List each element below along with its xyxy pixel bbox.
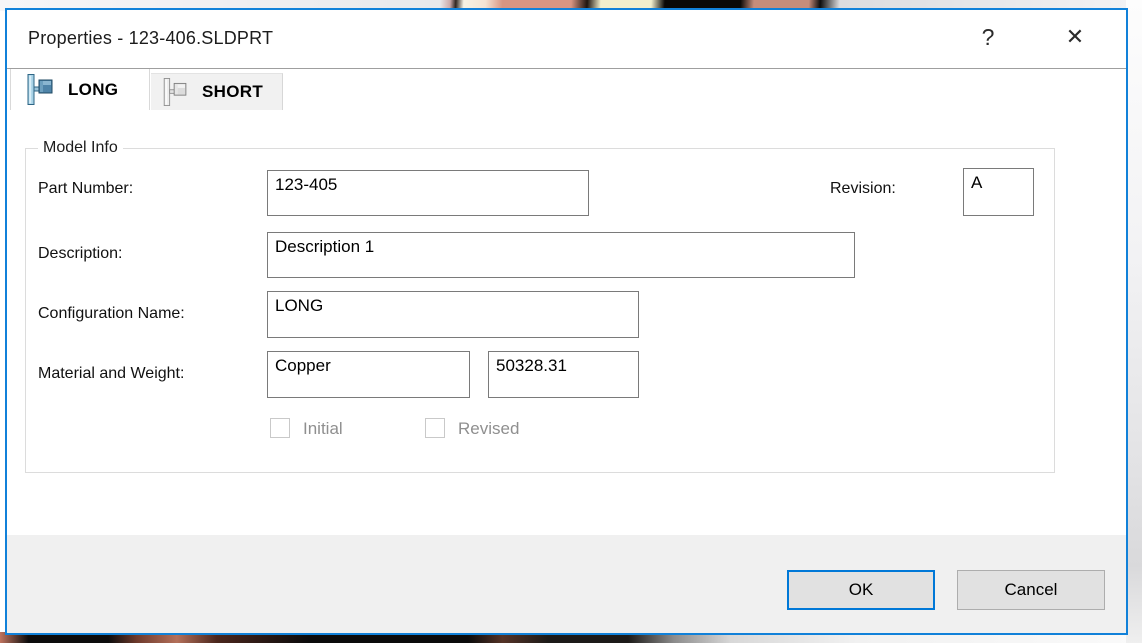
tab-long-label: LONG (68, 79, 119, 99)
description-field[interactable]: Description 1 (267, 232, 855, 278)
part-number-label: Part Number: (38, 180, 134, 197)
description-label: Description: (38, 245, 123, 262)
revised-checkbox[interactable] (425, 418, 445, 438)
revision-label: Revision: (830, 180, 896, 197)
configuration-flag-icon (163, 78, 187, 106)
weight-field[interactable]: 50328.31 (488, 351, 639, 398)
tab-short[interactable]: SHORT (151, 73, 283, 110)
model-info-legend: Model Info (38, 139, 123, 157)
dialog-title: Properties - 123-406.SLDPRT (28, 28, 274, 48)
configuration-name-label: Configuration Name: (38, 305, 185, 322)
close-icon[interactable]: ✕ (1051, 20, 1099, 54)
initial-checkbox[interactable] (270, 418, 290, 438)
material-field[interactable]: Copper (267, 351, 470, 398)
cancel-button[interactable]: Cancel (957, 570, 1105, 610)
ok-button[interactable]: OK (787, 570, 935, 610)
revision-field[interactable]: A (963, 168, 1034, 216)
revised-checkbox-label: Revised (458, 419, 520, 438)
initial-checkbox-label: Initial (303, 419, 343, 438)
help-button[interactable]: ? (967, 20, 1009, 54)
configuration-name-field[interactable]: LONG (267, 291, 639, 338)
part-number-field[interactable]: 123-405 (267, 170, 589, 216)
material-weight-label: Material and Weight: (38, 365, 185, 382)
dialog-footer: OK Cancel (7, 535, 1126, 633)
properties-dialog: Properties - 123-406.SLDPRT ? ✕ LONG SHO… (5, 8, 1128, 635)
tab-short-label: SHORT (202, 82, 263, 101)
tabstrip-divider (7, 68, 1126, 69)
configuration-flag-icon (27, 74, 53, 105)
tab-long[interactable]: LONG (10, 69, 150, 110)
background-photo-right (1126, 0, 1142, 643)
